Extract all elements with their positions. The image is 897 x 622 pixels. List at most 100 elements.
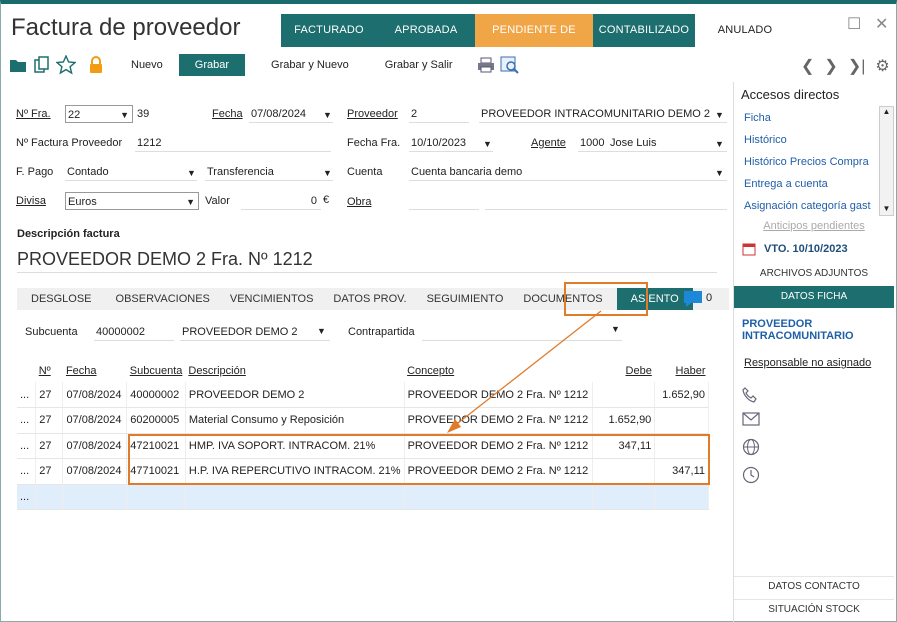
grabar-nuevo-button[interactable]: Grabar y Nuevo [259, 54, 361, 76]
datos-ficha-header[interactable]: DATOS FICHA [734, 286, 894, 308]
responsable-link[interactable]: Responsable no asignado [744, 357, 871, 369]
divisa-select[interactable]: Euros ▼ [65, 192, 199, 210]
tab-seguimiento[interactable]: SEGUIMIENTO [417, 288, 514, 310]
header-fecha[interactable]: Fecha [63, 360, 127, 382]
status-anulado[interactable]: ANULADO [695, 14, 795, 47]
cell-empty[interactable] [592, 484, 656, 510]
chevron-down-icon[interactable]: ▼ [715, 139, 724, 149]
close-icon[interactable]: ✕ [875, 14, 888, 34]
cell-empty[interactable] [185, 484, 405, 510]
agente-name-field[interactable]: Jose Luis [608, 134, 727, 152]
email-icon[interactable] [742, 412, 760, 429]
subcuenta-name-field[interactable]: PROVEEDOR DEMO 2 [180, 323, 330, 341]
web-icon[interactable] [742, 438, 760, 459]
nuevo-button[interactable]: Nuevo [119, 54, 175, 76]
cell-empty[interactable] [126, 484, 186, 510]
row-menu-button[interactable]: ... [17, 458, 37, 485]
agente-code-field[interactable]: 1000 [578, 134, 608, 152]
obra-name-field[interactable] [485, 192, 727, 210]
chevron-down-icon[interactable]: ▼ [715, 110, 724, 120]
sidebar-scrollbar[interactable]: ▲ ▼ [879, 106, 894, 216]
fpago-select[interactable]: Contado [65, 163, 197, 181]
status-contabilizado[interactable]: CONTABILIZADO [593, 14, 695, 47]
comment-icon[interactable] [683, 290, 703, 311]
scroll-down-icon[interactable]: ▼ [880, 204, 893, 213]
last-icon[interactable]: ❯| [848, 56, 866, 76]
subcuenta-field[interactable]: 40000002 [94, 323, 174, 341]
maximize-icon[interactable]: ☐ [847, 14, 861, 34]
chevron-down-icon[interactable]: ▼ [323, 168, 332, 178]
chevron-down-icon[interactable]: ▼ [317, 326, 326, 336]
status-facturado[interactable]: FACTURADO [281, 14, 377, 47]
obra-label: Obra [347, 196, 372, 208]
folder-icon[interactable] [7, 54, 29, 76]
proveedor-code-field[interactable]: 2 [409, 105, 469, 123]
previous-icon[interactable]: ❮ [801, 56, 814, 76]
vencimiento-item[interactable]: VTO. 10/10/2023 [742, 242, 848, 256]
cell-empty[interactable] [35, 484, 64, 510]
cell-empty[interactable] [654, 484, 709, 510]
chevron-down-icon[interactable]: ▼ [323, 110, 332, 120]
copy-icon[interactable] [31, 54, 53, 76]
tab-datos-prov[interactable]: DATOS PROV. [323, 288, 416, 310]
nfra-serie-select[interactable]: 22 ▼ [65, 105, 133, 123]
preview-icon[interactable] [499, 54, 521, 76]
cell-fecha: 07/08/2024 [62, 433, 128, 459]
anticipos-link[interactable]: Anticipos pendientes [734, 220, 894, 232]
new-row[interactable]: ... [17, 484, 709, 510]
sidebar-link-historico[interactable]: Histórico [744, 134, 787, 146]
nfra-number-field[interactable]: 39 [135, 105, 195, 123]
proveedor-name-field[interactable]: PROVEEDOR INTRACOMUNITARIO DEMO 2 [479, 105, 727, 123]
chevron-down-icon[interactable]: ▼ [483, 139, 492, 149]
status-aprobada[interactable]: APROBADA [377, 14, 475, 47]
row-menu-button[interactable]: ... [17, 433, 37, 459]
cuenta-select[interactable]: Cuenta bancaria demo [409, 163, 727, 181]
cell-numero: 27 [35, 458, 64, 485]
header-numero[interactable]: Nº [36, 360, 63, 382]
clock-icon[interactable] [742, 466, 760, 487]
sidebar-link-ficha[interactable]: Ficha [744, 112, 771, 124]
tab-observaciones[interactable]: OBSERVACIONES [106, 288, 220, 310]
fechafra-field[interactable]: 10/10/2023 [409, 134, 493, 152]
nfact-prov-field[interactable]: 1212 [135, 134, 331, 152]
grabar-button[interactable]: Grabar [178, 54, 246, 76]
archivos-adjuntos-button[interactable]: ARCHIVOS ADJUNTOS [734, 268, 894, 279]
obra-code-field[interactable] [409, 192, 479, 210]
datos-contacto-button[interactable]: DATOS CONTACTO [734, 576, 894, 592]
chevron-down-icon[interactable]: ▼ [611, 324, 620, 334]
valor-field[interactable]: 0 [241, 192, 321, 210]
header-haber[interactable]: Haber [655, 360, 709, 382]
tab-desglose[interactable]: DESGLOSE [17, 288, 106, 310]
sidebar-link-asignacion[interactable]: Asignación categoría gast [744, 200, 871, 212]
tab-vencimientos[interactable]: VENCIMIENTOS [220, 288, 324, 310]
currency-symbol: € [323, 194, 330, 206]
next-icon[interactable]: ❯ [824, 56, 837, 76]
lock-icon[interactable] [85, 54, 107, 76]
row-menu-button[interactable]: ... [17, 484, 37, 510]
grabar-salir-button[interactable]: Grabar y Salir [373, 54, 465, 76]
print-icon[interactable] [475, 54, 497, 76]
star-icon[interactable] [55, 54, 77, 76]
fecha-field[interactable]: 07/08/2024 [249, 105, 333, 123]
fpago-type-select[interactable]: Transferencia [205, 163, 333, 181]
contrapartida-label: Contrapartida [348, 326, 415, 338]
scroll-up-icon[interactable]: ▲ [880, 107, 893, 116]
cell-empty[interactable] [404, 484, 593, 510]
sidebar-proveedor-name[interactable]: PROVEEDOR INTRACOMUNITARIO [742, 318, 887, 342]
header-subcuenta[interactable]: Subcuenta [127, 360, 186, 382]
status-pendiente-pago[interactable]: PENDIENTE DE PAGO [475, 14, 593, 69]
situacion-stock-button[interactable]: SITUACIÓN STOCK [734, 599, 894, 615]
window-frame: Factura de proveedor FACTURADO APROBADA … [0, 0, 897, 622]
row-menu-button[interactable]: ... [17, 382, 37, 408]
phone-icon[interactable] [742, 387, 758, 406]
sidebar-link-entrega-cuenta[interactable]: Entrega a cuenta [744, 178, 828, 190]
cell-empty[interactable] [62, 484, 128, 510]
window-title: Factura de proveedor [11, 14, 241, 41]
chevron-down-icon[interactable]: ▼ [187, 168, 196, 178]
sidebar-link-historico-precios[interactable]: Histórico Precios Compra [744, 156, 869, 168]
header-descripcion[interactable]: Descripción [185, 360, 404, 382]
row-menu-button[interactable]: ... [17, 407, 37, 434]
settings-icon[interactable]: ⚙ [875, 56, 889, 76]
chevron-down-icon[interactable]: ▼ [715, 168, 724, 178]
descripcion-field[interactable]: PROVEEDOR DEMO 2 Fra. Nº 1212 [17, 249, 717, 273]
